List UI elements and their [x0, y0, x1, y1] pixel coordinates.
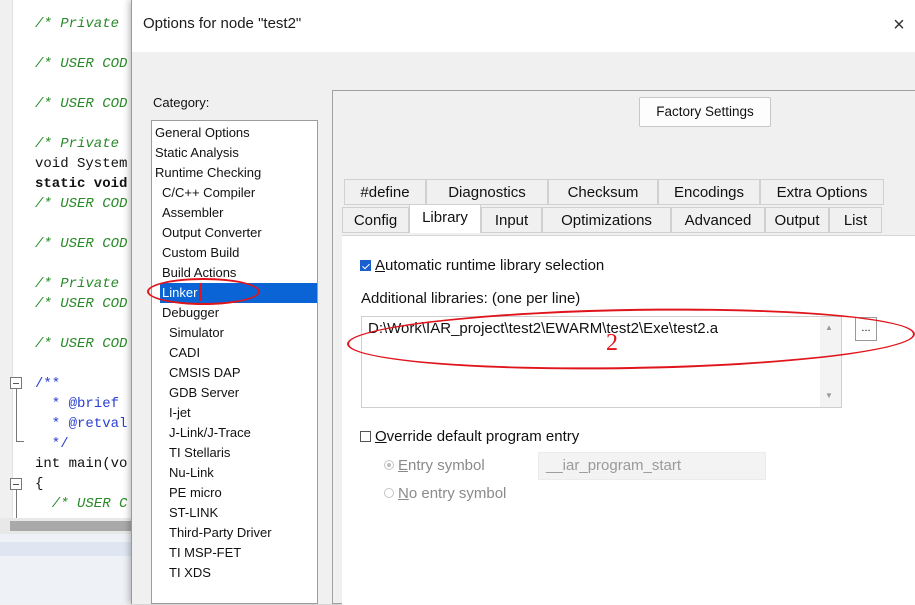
category-item-cmsis-dap[interactable]: CMSIS DAP	[169, 363, 241, 383]
tab-optimizations[interactable]: Optimizations	[542, 207, 671, 233]
category-item-ti-msp-fet[interactable]: TI MSP-FET	[169, 543, 241, 563]
code-line: void System	[35, 156, 128, 172]
category-item-static-analysis[interactable]: Static Analysis	[155, 143, 239, 163]
annotation-ellipse-linker	[147, 278, 260, 305]
scroll-down-icon[interactable]: ▼	[825, 391, 833, 400]
entry-symbol-label: Entry symbol	[398, 457, 485, 474]
code-line: int main(vo	[35, 456, 128, 472]
code-line: static void	[35, 176, 128, 192]
category-item-assembler[interactable]: Assembler	[162, 203, 223, 223]
code-line: {	[35, 476, 44, 492]
code-line: /**	[35, 376, 61, 392]
close-icon[interactable]: ×	[882, 8, 915, 42]
tab-diagnostics[interactable]: Diagnostics	[426, 179, 548, 205]
checkbox-checked-icon[interactable]	[360, 259, 371, 271]
fold-toggle-icon[interactable]	[10, 377, 22, 389]
tab-input[interactable]: Input	[481, 207, 542, 233]
tab-config[interactable]: Config	[342, 207, 409, 233]
override-entry-label: Override default program entry	[375, 428, 580, 445]
category-item-c-c-compiler[interactable]: C/C++ Compiler	[162, 183, 255, 203]
no-entry-symbol-label: No entry symbol	[398, 485, 507, 502]
category-list[interactable]: General Options Static Analysis Runtime Ch…	[151, 120, 318, 604]
code-line: /* USER COD	[35, 96, 128, 112]
category-item-third-party-driver[interactable]: Third-Party Driver	[169, 523, 272, 543]
code-line: * @brief	[35, 396, 120, 412]
fold-end	[16, 441, 24, 442]
category-item-custom-build[interactable]: Custom Build	[162, 243, 239, 263]
auto-library-label-rest: utomatic runtime library selection	[385, 257, 605, 274]
auto-library-label: Automatic runtime library selection	[375, 257, 605, 274]
tab-encodings[interactable]: Encodings	[658, 179, 760, 205]
tab-library[interactable]: Library	[409, 204, 481, 233]
category-item-simulator[interactable]: Simulator	[169, 323, 224, 343]
category-item-pe-micro[interactable]: PE micro	[169, 483, 222, 503]
code-line: /* USER COD	[35, 56, 128, 72]
tab-extra-options[interactable]: Extra Options	[760, 179, 884, 205]
fold-line	[16, 389, 17, 441]
category-item-i-jet[interactable]: I-jet	[169, 403, 191, 423]
entry-symbol-input[interactable]: __iar_program_start	[538, 452, 766, 480]
auto-library-checkbox[interactable]: Automatic runtime library selection	[360, 257, 604, 274]
code-line: /* Private	[35, 276, 120, 292]
tab-checksum[interactable]: Checksum	[548, 179, 658, 205]
radio-selected-icon[interactable]	[384, 459, 394, 470]
additional-libraries-label: Additional libraries: (one per line)	[361, 290, 581, 307]
category-item-ti-stellaris[interactable]: TI Stellaris	[169, 443, 230, 463]
scrollbar-thumb[interactable]	[10, 521, 136, 531]
entry-symbol-label-rest: ntry symbol	[408, 457, 485, 474]
category-item-debugger[interactable]: Debugger	[162, 303, 219, 323]
annotation-mark-1	[199, 283, 201, 301]
factory-settings-button[interactable]: Factory Settings	[639, 97, 771, 127]
category-item-output-converter[interactable]: Output Converter	[162, 223, 262, 243]
code-line: */	[35, 436, 69, 452]
entry-symbol-radio[interactable]: Entry symbol	[384, 457, 485, 475]
category-item-nu-link[interactable]: Nu-Link	[169, 463, 214, 483]
tab-advanced[interactable]: Advanced	[671, 207, 765, 233]
editor-gutter	[0, 0, 13, 518]
override-entry-label-rest: verride default program entry	[386, 428, 580, 445]
no-entry-symbol-radio[interactable]: No entry symbol	[384, 485, 506, 503]
category-item-general-options[interactable]: General Options	[155, 123, 250, 143]
code-line: /* USER COD	[35, 196, 128, 212]
editor-horizontal-scrollbar[interactable]	[0, 518, 140, 534]
fold-line	[16, 490, 17, 518]
annotation-number-2: 2	[606, 330, 618, 356]
tab-list[interactable]: List	[829, 207, 882, 233]
category-item-st-link[interactable]: ST-LINK	[169, 503, 218, 523]
background-pane	[0, 534, 140, 604]
radio-unselected-icon[interactable]	[384, 487, 394, 498]
no-entry-symbol-label-rest: o entry symbol	[408, 485, 507, 502]
dialog-title: Options for node "test2"	[143, 15, 302, 32]
checkbox-unchecked-icon[interactable]	[360, 430, 371, 442]
category-item-gdb-server[interactable]: GDB Server	[169, 383, 239, 403]
code-line: /* Private	[35, 16, 120, 32]
override-entry-checkbox[interactable]: Override default program entry	[360, 428, 579, 445]
code-line: /* USER COD	[35, 336, 128, 352]
background-band	[0, 542, 140, 556]
category-item-j-link-j-trace[interactable]: J-Link/J-Trace	[169, 423, 251, 443]
code-line: /* USER COD	[35, 296, 128, 312]
dialog-titlebar: Options for node "test2" ×	[132, 0, 915, 52]
code-line: /* Private	[35, 136, 120, 152]
code-line: /* USER COD	[35, 236, 128, 252]
category-item-cadi[interactable]: CADI	[169, 343, 200, 363]
code-line: * @retval	[35, 416, 128, 432]
category-item-ti-xds[interactable]: TI XDS	[169, 563, 211, 583]
code-editor: /* Private /* USER COD /* USER COD /* Priva…	[0, 0, 140, 518]
tab-output[interactable]: Output	[765, 207, 829, 233]
code-line: /* USER C	[35, 496, 128, 512]
category-label: Category:	[153, 95, 210, 110]
fold-toggle-icon[interactable]	[10, 478, 22, 490]
category-item-runtime-checking[interactable]: Runtime Checking	[155, 163, 261, 183]
tab-define[interactable]: #define	[344, 179, 426, 205]
